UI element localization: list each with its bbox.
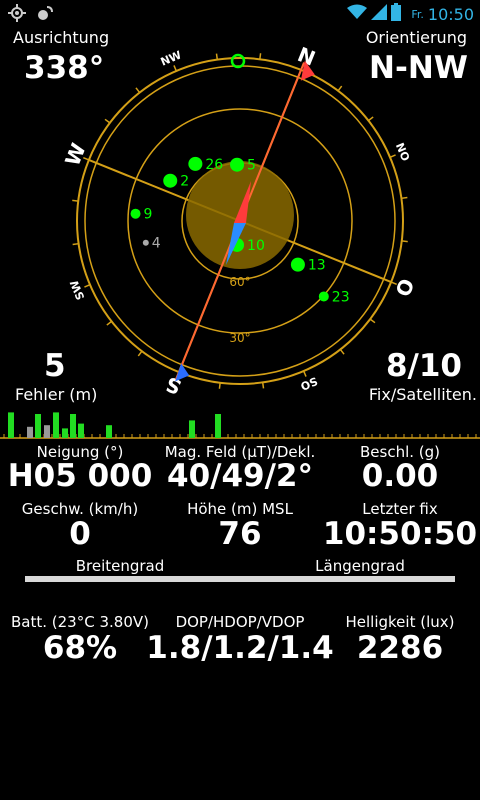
direction-label-sw: SW	[68, 278, 88, 302]
satellite-label: 26	[205, 157, 223, 173]
tick-mark	[302, 370, 307, 377]
tick-mark	[261, 382, 265, 389]
last-fix-value: 10:50:50	[322, 516, 478, 552]
battery-icon	[391, 3, 402, 25]
coordinates-obscured	[25, 576, 455, 582]
satellite-label: 13	[308, 258, 326, 274]
direction-label-nw: NW	[159, 48, 184, 68]
signal-icon	[371, 4, 388, 24]
satellite-dot	[188, 156, 203, 171]
tick-mark	[72, 242, 79, 246]
signal-bar	[35, 414, 41, 438]
satellite-dot	[230, 157, 245, 172]
tick-mark	[401, 196, 408, 200]
elevation-30-label: 30°	[229, 331, 250, 345]
satellite-dot	[130, 208, 141, 219]
tick-mark	[215, 53, 219, 60]
tick-mark	[106, 320, 113, 326]
satellite-label: 2	[180, 174, 189, 190]
satellite-label: 23	[332, 289, 350, 305]
direction-label-o: O	[390, 275, 419, 300]
fix-value: 8/10	[385, 348, 462, 384]
tick-mark	[389, 154, 396, 159]
satellite-dot	[290, 257, 305, 272]
tick-mark	[137, 350, 143, 357]
tick-mark	[367, 116, 374, 122]
latitude-label: Breitengrad	[75, 557, 165, 575]
speed-value: 0	[69, 516, 91, 552]
signal-bar	[27, 426, 33, 438]
settings-icon	[36, 4, 54, 26]
longitude-label: Längengrad	[315, 557, 405, 575]
brightness-value: 2286	[356, 630, 444, 666]
signal-bar	[189, 420, 195, 438]
signal-bar	[70, 414, 76, 438]
tick-mark	[84, 283, 91, 288]
satellite-label: 5	[247, 158, 256, 174]
satellite-label: 4	[152, 236, 161, 252]
tick-mark	[218, 382, 221, 389]
elevation-60-label: 60°	[229, 275, 250, 289]
tilt-value: H05 000	[7, 458, 153, 494]
direction-label-no: NO	[393, 141, 412, 163]
north-marker	[230, 53, 246, 69]
dop-value: 1.8/1.2/1.4	[146, 630, 334, 666]
satellite-label: 10	[247, 238, 265, 254]
compass-radar[interactable]: NNOOSOSSWWNW60°30° 26 5294 101323	[0, 26, 480, 396]
tick-mark	[104, 118, 111, 124]
satellite-dot	[163, 173, 178, 188]
signal-bar	[53, 412, 59, 438]
wifi-icon	[347, 4, 368, 24]
direction-label-so: SO	[298, 374, 319, 393]
tick-mark	[259, 53, 262, 60]
altitude-value: 76	[218, 516, 262, 552]
status-time: 10:50	[427, 4, 474, 24]
signal-bar	[62, 428, 68, 438]
signal-bar	[8, 412, 14, 438]
signal-bar	[106, 425, 112, 438]
signal-bar	[78, 423, 84, 438]
satellite-label: 9	[144, 207, 153, 223]
gps-icon	[8, 4, 26, 26]
status-bar-left	[8, 4, 54, 26]
status-bar: Fr. 10:50	[0, 0, 480, 26]
status-day: Fr.	[411, 7, 424, 21]
satellite-dot	[142, 239, 149, 246]
battery-label: Batt. (23°C 3.80V)	[11, 613, 149, 631]
accel-value: 0.00	[361, 458, 439, 494]
magfield-value: 40/49/2°	[167, 458, 313, 494]
tick-mark	[72, 199, 79, 202]
tick-mark	[401, 240, 408, 243]
signal-bar	[44, 425, 50, 438]
dop-label: DOP/HDOP/VDOP	[175, 613, 305, 631]
tick-mark	[369, 318, 376, 324]
error-value: 5	[44, 348, 66, 384]
status-bar-right: Fr. 10:50	[347, 3, 474, 25]
tick-mark	[337, 85, 343, 92]
brightness-label: Helligkeit (lux)	[345, 613, 455, 631]
satellite-dot	[318, 291, 329, 302]
tick-mark	[135, 87, 141, 94]
tick-mark	[173, 65, 178, 72]
battery-value: 68%	[42, 630, 118, 666]
signal-bar	[215, 414, 221, 438]
tick-mark	[339, 348, 345, 355]
signal-strength-bars	[0, 412, 480, 439]
